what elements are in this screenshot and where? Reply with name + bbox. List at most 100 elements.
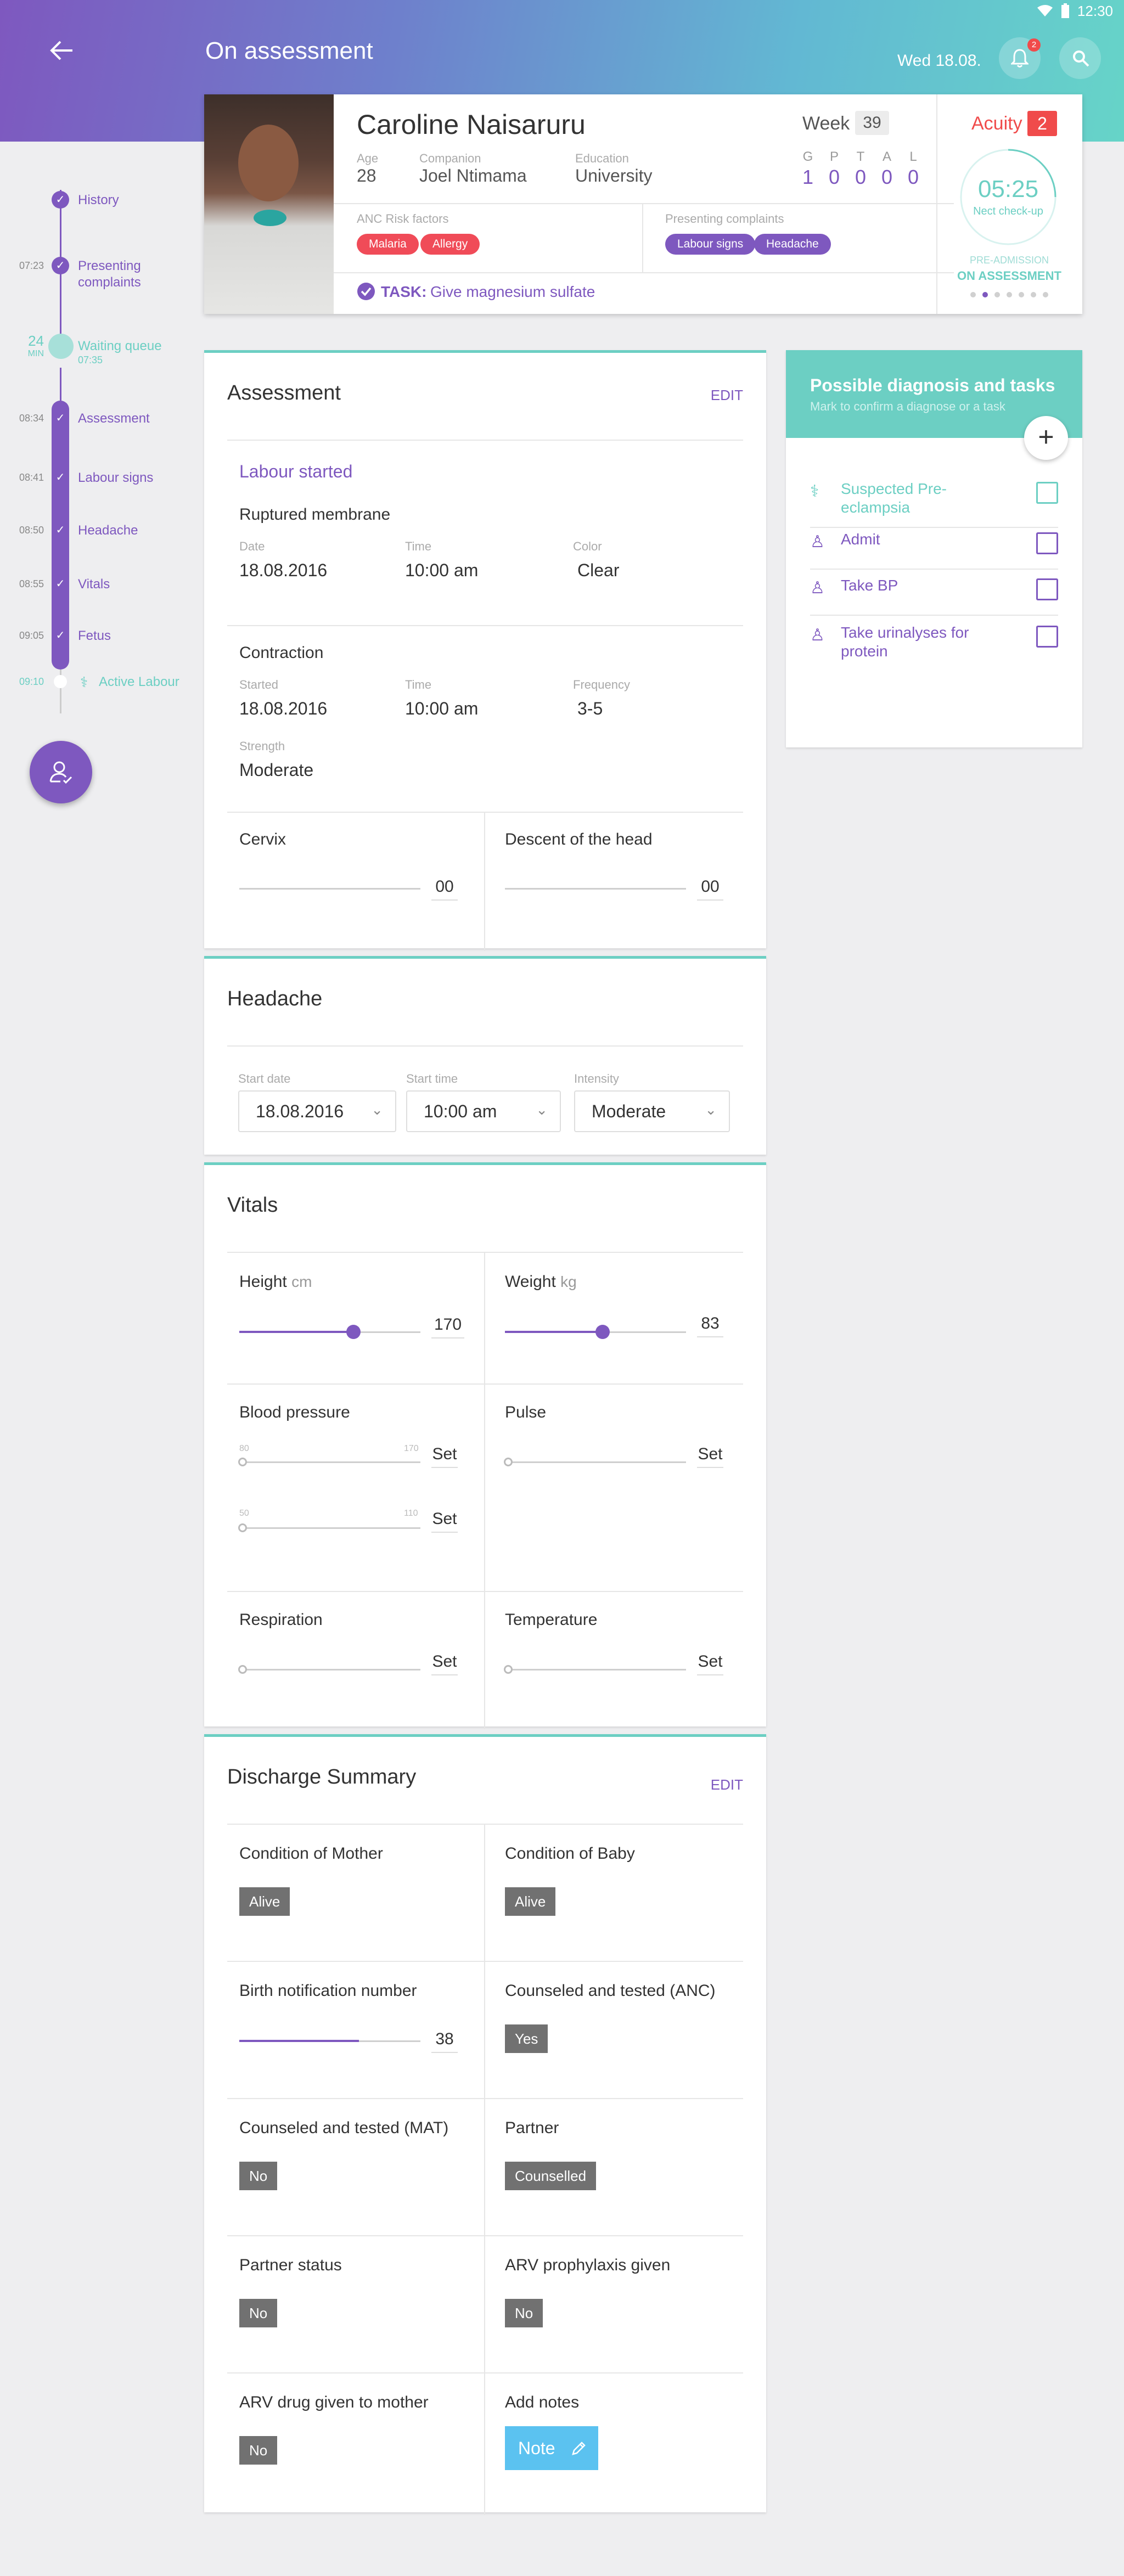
descent-value[interactable]: 00 xyxy=(697,878,723,901)
notifications-button[interactable]: 2 xyxy=(999,37,1041,79)
timeline-item-label[interactable]: Assessment xyxy=(78,410,171,427)
timeline-item-label[interactable]: Active Labour xyxy=(99,674,192,690)
arv-drug-chip[interactable]: No xyxy=(239,2436,278,2465)
diagnosis-checkbox[interactable] xyxy=(1036,578,1058,600)
cervix-title: Cervix xyxy=(239,830,286,848)
timeline-check-icon[interactable]: ✓ xyxy=(52,575,69,593)
partner-status-chip[interactable]: No xyxy=(239,2299,278,2327)
bp-diastolic-slider[interactable] xyxy=(239,1527,420,1529)
gptal-value: 1 xyxy=(802,166,814,188)
condition-mother-label: Condition of Mother xyxy=(239,1844,383,1863)
diagnosis-checkbox[interactable] xyxy=(1036,482,1058,504)
timeline-active-dot[interactable] xyxy=(54,675,67,688)
respiration-label: Respiration xyxy=(239,1611,323,1629)
timeline-check-icon[interactable]: ✓ xyxy=(52,521,69,539)
partner-label: Partner xyxy=(505,2119,559,2137)
descent-slider[interactable] xyxy=(505,888,686,890)
checkup-timer: 05:25 xyxy=(977,176,1039,203)
start-date-select[interactable]: 18.08.2016 ⌄ xyxy=(238,1090,396,1132)
bp-systolic-set[interactable]: Set xyxy=(431,1445,458,1468)
temperature-set[interactable]: Set xyxy=(697,1652,723,1675)
height-value[interactable]: 170 xyxy=(431,1315,464,1338)
complaint-chip-headache: Headache xyxy=(754,234,831,255)
chevron-down-icon: ⌄ xyxy=(705,1101,717,1118)
cervix-value[interactable]: 00 xyxy=(431,878,458,901)
notification-badge: 2 xyxy=(1027,38,1041,52)
respiration-set[interactable]: Set xyxy=(431,1652,458,1675)
search-button[interactable] xyxy=(1059,37,1101,79)
person-check-icon: ♙ xyxy=(810,533,825,551)
gptal-value: 0 xyxy=(907,166,919,188)
partner-chip[interactable]: Counselled xyxy=(505,2162,597,2190)
risk-factors-label: ANC Risk factors xyxy=(357,212,449,226)
pulse-slider[interactable] xyxy=(505,1461,686,1463)
weight-slider-thumb[interactable] xyxy=(595,1325,610,1339)
anc-chip[interactable]: Yes xyxy=(505,2024,548,2053)
timeline-item-label[interactable]: History xyxy=(78,192,171,209)
condition-baby-label: Condition of Baby xyxy=(505,1844,635,1863)
timeline-item-label[interactable]: Labour signs xyxy=(78,470,171,486)
height-slider-thumb[interactable] xyxy=(346,1325,361,1339)
note-button[interactable]: Note xyxy=(505,2426,598,2470)
respiration-slider[interactable] xyxy=(239,1669,420,1671)
birth-notification-value[interactable]: 38 xyxy=(431,2030,458,2053)
diagnosis-checkbox[interactable] xyxy=(1036,626,1058,648)
bp-systolic-slider[interactable] xyxy=(239,1461,420,1463)
arv-prophylaxis-chip[interactable]: No xyxy=(505,2299,543,2327)
ruptured-time-label: Time xyxy=(405,539,432,553)
education-label: Education xyxy=(575,151,629,165)
fab-assess-button[interactable] xyxy=(30,741,92,803)
condition-mother-chip[interactable]: Alive xyxy=(239,1887,290,1916)
timeline-check-icon[interactable]: ✓ xyxy=(52,257,69,274)
diagnosis-divider xyxy=(810,615,1058,616)
gptal-letter: T xyxy=(856,149,865,164)
timeline-check-icon[interactable]: ✓ xyxy=(52,409,69,427)
timeline-waiting-dot[interactable] xyxy=(48,334,74,359)
back-arrow-icon[interactable] xyxy=(49,41,74,60)
bp-diastolic-set[interactable]: Set xyxy=(431,1510,458,1533)
discharge-edit-button[interactable]: EDIT xyxy=(711,1776,743,1793)
stage-dot xyxy=(994,292,1000,297)
task-text[interactable]: Give magnesium sulfate xyxy=(430,283,595,301)
assessment-title: Assessment xyxy=(227,381,341,404)
strength-label: Strength xyxy=(239,739,285,753)
pencil-icon xyxy=(571,2442,586,2455)
descent-title: Descent of the head xyxy=(505,830,653,848)
headache-title: Headache xyxy=(227,987,323,1010)
weight-value[interactable]: 83 xyxy=(697,1314,723,1337)
timeline-check-icon[interactable]: ✓ xyxy=(52,627,69,644)
start-time-value: 10:00 am xyxy=(424,1101,497,1121)
stage-dot xyxy=(1043,292,1048,297)
timeline-check-icon[interactable]: ✓ xyxy=(52,191,69,209)
timeline-item-label[interactable]: Headache xyxy=(78,522,171,539)
contraction-title: Contraction xyxy=(239,644,324,662)
timeline-item-label[interactable]: Fetus xyxy=(78,628,171,644)
timeline-item-unit: MIN xyxy=(27,349,44,358)
discharge-title: Discharge Summary xyxy=(227,1765,417,1788)
assessment-edit-button[interactable]: EDIT xyxy=(711,387,743,404)
timeline-item-time: 08:50 xyxy=(19,525,44,536)
start-time-select[interactable]: 10:00 am ⌄ xyxy=(406,1090,561,1132)
birth-notification-fill[interactable] xyxy=(239,2040,359,2042)
cervix-slider[interactable] xyxy=(239,888,420,890)
contraction-started-value: 18.08.2016 xyxy=(239,699,328,718)
timeline-item-label[interactable]: Vitals xyxy=(78,576,171,593)
add-diagnosis-button[interactable]: + xyxy=(1024,416,1068,460)
gptal-letter: P xyxy=(829,149,839,164)
pulse-set[interactable]: Set xyxy=(697,1445,723,1468)
risk-chip-malaria: Malaria xyxy=(357,234,419,255)
timeline-item-time: 08:41 xyxy=(19,472,44,483)
timeline-check-icon[interactable]: ✓ xyxy=(52,469,69,486)
mat-chip[interactable]: No xyxy=(239,2162,278,2190)
diagnosis-divider xyxy=(810,527,1058,528)
timeline-item-label[interactable]: Waiting queue xyxy=(78,338,171,355)
timeline-item-label[interactable]: Presenting complaints xyxy=(78,258,171,291)
diagnosis-item-label: Take BP xyxy=(841,577,898,594)
gptal-value: 0 xyxy=(855,166,867,188)
temperature-slider[interactable] xyxy=(505,1669,686,1671)
intensity-select[interactable]: Moderate ⌄ xyxy=(574,1090,730,1132)
diagnosis-checkbox[interactable] xyxy=(1036,532,1058,554)
search-icon xyxy=(1073,50,1089,67)
condition-baby-chip[interactable]: Alive xyxy=(505,1887,556,1916)
stage-dot xyxy=(1019,292,1024,297)
